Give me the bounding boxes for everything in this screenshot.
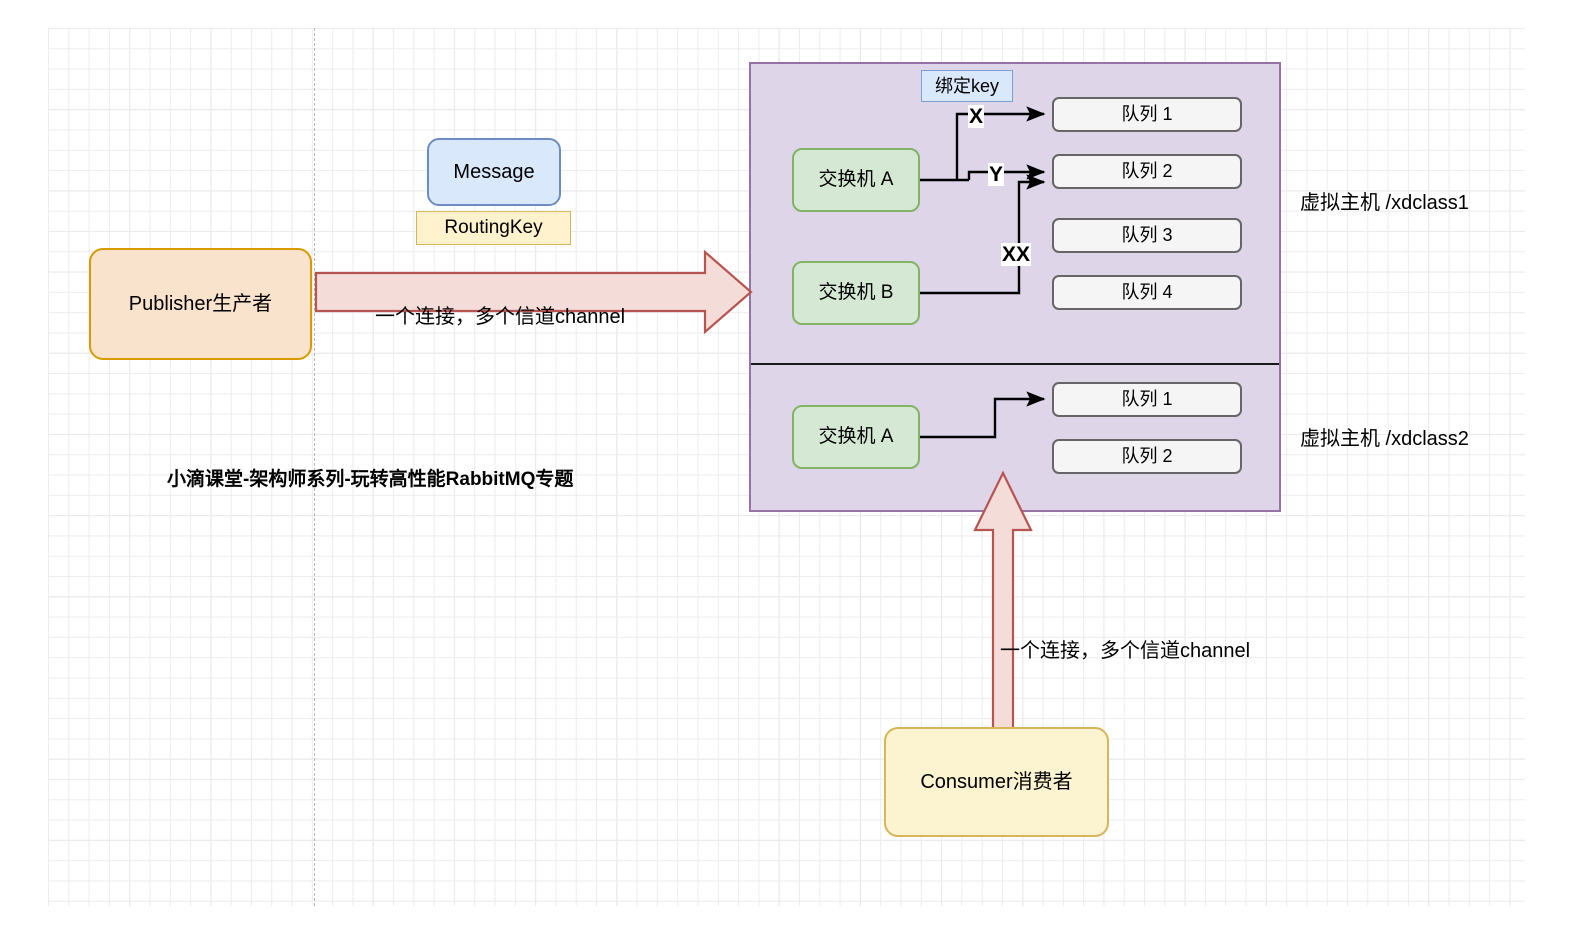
queue-node-1-vhost1[interactable]: 队列 1 [1052,97,1242,132]
queue-node-4-vhost1[interactable]: 队列 4 [1052,275,1242,310]
binding-key-label: 绑定key [934,75,999,96]
publisher-label: Publisher生产者 [128,292,273,315]
queue-label: 队列 1 [1121,389,1173,410]
binding-key-chip-x: X [968,105,985,128]
queue-label: 队列 4 [1121,282,1173,303]
exchange-label: 交换机 A [818,426,894,448]
publisher-node[interactable]: Publisher生产者 [89,248,312,360]
routing-key-label: RoutingKey [444,217,543,239]
consumer-node[interactable]: Consumer消费者 [884,727,1109,837]
message-label: Message [453,160,535,183]
exchange-node-b-vhost1[interactable]: 交换机 B [792,261,920,325]
consumer-label: Consumer消费者 [920,770,1073,793]
binding-key-chip-xx: XX [1001,243,1032,266]
publisher-channel-note: 一个连接，多个信道channel [375,306,626,328]
exchange-node-a-vhost2[interactable]: 交换机 A [792,405,920,469]
message-node[interactable]: Message [427,138,561,206]
queue-label: 队列 2 [1121,446,1173,467]
exchange-label: 交换机 B [818,282,894,304]
queue-node-1-vhost2[interactable]: 队列 1 [1052,382,1242,417]
consumer-channel-note: 一个连接，多个信道channel [1000,640,1251,662]
vhost1-label: 虚拟主机 /xdclass1 [1300,192,1469,214]
diagram-canvas: Publisher生产者 一个连接，多个信道channel Message Ro… [0,0,1576,943]
queue-label: 队列 2 [1121,161,1173,182]
binding-key-chip-y: Y [988,163,1005,186]
exchange-node-a-vhost1[interactable]: 交换机 A [792,148,920,212]
queue-node-2-vhost2[interactable]: 队列 2 [1052,439,1242,474]
vhost2-label: 虚拟主机 /xdclass2 [1300,428,1469,450]
routing-key-node[interactable]: RoutingKey [416,211,571,245]
queue-node-3-vhost1[interactable]: 队列 3 [1052,218,1242,253]
queue-label: 队列 1 [1121,104,1173,125]
watermark-text: 小滴课堂-架构师系列-玩转高性能RabbitMQ专题 [167,469,574,490]
binding-key-node[interactable]: 绑定key [921,70,1013,102]
exchange-label: 交换机 A [818,169,894,191]
vhost-divider [751,363,1279,365]
queue-node-2-vhost1[interactable]: 队列 2 [1052,154,1242,189]
queue-label: 队列 3 [1121,225,1173,246]
